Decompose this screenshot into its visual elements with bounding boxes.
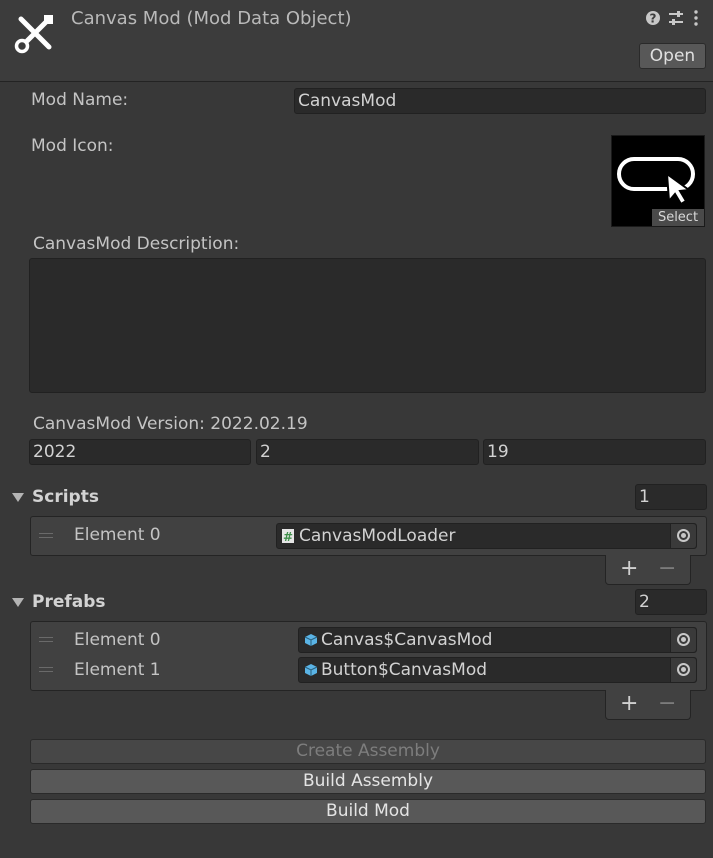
prefabs-foldout-label[interactable]: Prefabs bbox=[32, 592, 106, 612]
target-dot bbox=[681, 533, 686, 538]
prefab-cube-icon bbox=[304, 664, 318, 676]
mod-name-label: Mod Name: bbox=[31, 90, 129, 110]
prefabs-element-0-field[interactable]: Canvas$CanvasMod bbox=[298, 627, 697, 653]
scripts-size-input[interactable]: 1 bbox=[635, 484, 707, 510]
inspector-title: Canvas Mod (Mod Data Object) bbox=[71, 8, 352, 29]
prefabs-element-label: Element 1 bbox=[74, 660, 161, 680]
scripts-add-button[interactable]: + bbox=[620, 556, 638, 581]
prefabs-list-footer: + − bbox=[605, 690, 691, 720]
scripts-remove-button[interactable]: − bbox=[658, 556, 676, 581]
prefabs-element-label: Element 0 bbox=[74, 630, 161, 650]
sliders-icon[interactable] bbox=[668, 10, 684, 30]
scripts-element-label: Element 0 bbox=[74, 525, 161, 545]
prefab-reference-text: Canvas$CanvasMod bbox=[321, 630, 493, 650]
version-label: CanvasMod Version: 2022.02.19 bbox=[33, 414, 308, 434]
version-patch-input[interactable]: 19 bbox=[483, 439, 706, 465]
inspector-header: Canvas Mod (Mod Data Object) ? Open bbox=[0, 0, 713, 82]
prefabs-element-1-field[interactable]: Button$CanvasMod bbox=[298, 657, 697, 683]
prefabs-foldout-arrow-icon[interactable] bbox=[12, 598, 24, 607]
mod-name-input[interactable]: CanvasMod bbox=[294, 88, 706, 114]
script-reference-text: CanvasModLoader bbox=[299, 526, 456, 546]
prefab-cube-icon bbox=[304, 634, 318, 646]
prefabs-add-button[interactable]: + bbox=[620, 691, 638, 716]
prefab-reference-text: Button$CanvasMod bbox=[321, 660, 488, 680]
scripts-foldout-label[interactable]: Scripts bbox=[32, 487, 99, 507]
drag-handle-icon[interactable] bbox=[39, 637, 53, 642]
mod-icon-preview[interactable]: Select bbox=[611, 135, 705, 227]
description-textarea[interactable] bbox=[29, 258, 706, 393]
canvas-mod-logo-icon bbox=[617, 157, 695, 206]
prefabs-size-input[interactable]: 2 bbox=[635, 589, 707, 615]
scripts-element-0-field[interactable]: # CanvasModLoader bbox=[276, 523, 697, 549]
version-major-input[interactable]: 2022 bbox=[29, 439, 251, 465]
help-icon[interactable]: ? bbox=[645, 10, 661, 30]
description-label: CanvasMod Description: bbox=[33, 234, 240, 254]
object-picker-button[interactable] bbox=[670, 524, 696, 548]
prefabs-list: Element 0 Canvas$CanvasMod Element 1 But… bbox=[30, 621, 707, 691]
version-minor-input[interactable]: 2 bbox=[256, 439, 479, 465]
prefabs-remove-button[interactable]: − bbox=[658, 691, 676, 716]
drag-handle-icon[interactable] bbox=[39, 533, 53, 538]
scripts-list: Element 0 # CanvasModLoader bbox=[30, 516, 707, 556]
csharp-script-icon: # bbox=[282, 529, 294, 543]
svg-text:?: ? bbox=[650, 12, 657, 26]
mod-icon-label: Mod Icon: bbox=[31, 136, 114, 156]
build-mod-button[interactable]: Build Mod bbox=[30, 799, 706, 824]
drag-handle-icon[interactable] bbox=[39, 667, 53, 672]
icon-select-button[interactable]: Select bbox=[652, 209, 704, 226]
build-assembly-button[interactable]: Build Assembly bbox=[30, 769, 706, 794]
tools-icon bbox=[13, 11, 57, 55]
target-dot bbox=[681, 667, 686, 672]
create-assembly-button[interactable]: Create Assembly bbox=[30, 739, 706, 764]
open-button[interactable]: Open bbox=[639, 43, 706, 69]
target-dot bbox=[681, 637, 686, 642]
svg-text:#: # bbox=[283, 530, 293, 543]
object-picker-button[interactable] bbox=[670, 658, 696, 682]
object-picker-button[interactable] bbox=[670, 628, 696, 652]
scripts-foldout-arrow-icon[interactable] bbox=[12, 493, 24, 502]
scripts-list-footer: + − bbox=[605, 555, 691, 585]
kebab-menu-icon[interactable] bbox=[693, 10, 699, 30]
